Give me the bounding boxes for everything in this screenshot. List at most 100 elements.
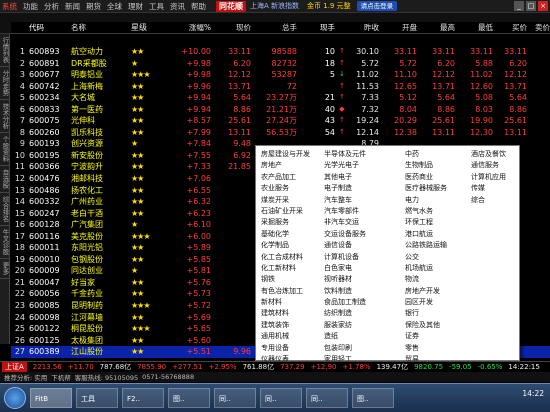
industry-item[interactable]: 基础化学 xyxy=(259,229,323,240)
menu-item[interactable]: 系统 xyxy=(2,1,17,12)
menu-item[interactable]: 理财 xyxy=(128,1,143,12)
industry-item[interactable]: 交运设备服务 xyxy=(322,229,386,240)
industry-item[interactable]: 生物制品 xyxy=(403,160,467,171)
industry-item[interactable]: 医疗器械服务 xyxy=(403,183,467,194)
table-row[interactable]: 5 600234 大名城 ★★ +9.94 5.64 23.27万 21 ↑ 7.33 5.12 5.… xyxy=(11,92,550,104)
sidebar-tab[interactable]: 行情列表 xyxy=(0,34,9,67)
col-sell[interactable]: 卖价 xyxy=(529,22,550,34)
industry-item[interactable]: 采掘服务 xyxy=(259,217,323,228)
industry-item[interactable]: 半导体及元件 xyxy=(322,149,386,160)
col-high[interactable]: 最高 xyxy=(421,22,455,34)
login-button[interactable]: 请点击登录 xyxy=(356,1,398,11)
industry-item[interactable]: 汽车零部件 xyxy=(322,206,386,217)
industry-item[interactable]: 饮料制造 xyxy=(322,286,386,297)
industry-item[interactable]: 传媒 xyxy=(469,183,533,194)
table-row[interactable]: 1 600893 航空动力 ★★ +10.00 33.11 98588 10 ↑ 30.10 33.… xyxy=(11,46,550,58)
minimize-icon[interactable]: _ xyxy=(514,1,524,11)
industry-item[interactable]: 酒店及餐饮 xyxy=(469,149,533,160)
industry-item[interactable]: 公交 xyxy=(403,252,467,263)
col-code[interactable]: 代码 xyxy=(29,22,63,34)
info-broker[interactable]: 下机帮 xyxy=(51,372,71,382)
industry-item[interactable]: 石油矿业开采 xyxy=(259,206,323,217)
col-prev[interactable]: 昨收 xyxy=(349,22,379,34)
sidebar-tab[interactable]: 综合排名 xyxy=(0,193,9,226)
industry-item[interactable]: 服装家纺 xyxy=(322,320,386,331)
industry-item[interactable]: 农业服务 xyxy=(259,183,323,194)
industry-item[interactable]: 环保工程 xyxy=(403,217,467,228)
sidebar-tab[interactable]: 个股资料 xyxy=(0,133,9,166)
industry-item[interactable]: 非汽车交运 xyxy=(322,217,386,228)
sidebar-tab[interactable]: 技术分析 xyxy=(0,100,9,133)
industry-item[interactable]: 燃气水务 xyxy=(403,206,467,217)
col-cap[interactable]: 总手 xyxy=(255,22,297,34)
menu-item[interactable]: 期货 xyxy=(86,1,101,12)
industry-item[interactable]: 综合 xyxy=(469,195,533,206)
menu-item[interactable]: 资讯 xyxy=(170,1,185,12)
industry-item[interactable]: 电力 xyxy=(403,195,467,206)
sidebar-tab[interactable]: 分时走势 xyxy=(0,67,9,100)
taskbar-button[interactable]: F2.. xyxy=(122,388,164,408)
close-icon[interactable]: × xyxy=(538,1,548,11)
start-button[interactable] xyxy=(4,387,26,409)
industry-item[interactable]: 通用机械 xyxy=(259,331,323,342)
taskbar-button[interactable]: 图.. xyxy=(168,388,210,408)
sidebar-tab[interactable]: 自选股 xyxy=(0,166,9,193)
industry-item[interactable]: 化学制品 xyxy=(259,240,323,251)
industry-item[interactable]: 银行 xyxy=(403,308,467,319)
taskbar-button[interactable]: 工具 xyxy=(76,388,118,408)
industry-item[interactable]: 建筑材料 xyxy=(259,308,323,319)
menu-item[interactable]: 帮助 xyxy=(191,1,206,12)
industry-item[interactable]: 通信设备 xyxy=(322,240,386,251)
industry-item[interactable]: 零售 xyxy=(403,343,467,354)
table-row[interactable]: 3 600677 明泰铝业 ★★★ +9.98 12.12 53287 5 ↓ 11.02 11.1… xyxy=(11,69,550,81)
industry-item[interactable]: 农产品加工 xyxy=(259,172,323,183)
taskbar-button[interactable]: 同.. xyxy=(260,388,302,408)
industry-item[interactable]: 物流 xyxy=(403,274,467,285)
industry-item[interactable]: 其他电子 xyxy=(322,172,386,183)
taskbar-button[interactable]: 图.. xyxy=(352,388,394,408)
industry-item[interactable]: 新材料 xyxy=(259,297,323,308)
industry-item[interactable]: 食品加工制造 xyxy=(322,297,386,308)
industry-item[interactable]: 有色冶炼加工 xyxy=(259,286,323,297)
sidebar-tab[interactable]: 更多 xyxy=(0,259,9,279)
col-low[interactable]: 最低 xyxy=(459,22,493,34)
col-name[interactable]: 名称 xyxy=(71,22,127,34)
taskbar-button[interactable]: FitB xyxy=(30,388,72,408)
menu-item[interactable]: 功能 xyxy=(23,1,38,12)
col-buy[interactable]: 买价 xyxy=(497,22,527,34)
menu-item[interactable]: 新闻 xyxy=(65,1,80,12)
col-open[interactable]: 开盘 xyxy=(383,22,417,34)
industry-item[interactable]: 保险及其他 xyxy=(403,320,467,331)
industry-item[interactable]: 视听器材 xyxy=(322,274,386,285)
industry-item[interactable]: 机场航运 xyxy=(403,263,467,274)
info-hint[interactable]: 推荐分析: 实用 xyxy=(4,372,47,382)
table-row[interactable]: 6 600833 第一医药 ★★ +9.94 8.86 21.21万 40 ◆ 7.32 8.04 8… xyxy=(11,104,550,116)
industry-item[interactable]: 房屋建设与开发 xyxy=(259,149,323,160)
industry-item[interactable]: 公路铁路运输 xyxy=(403,240,467,251)
table-row[interactable]: 8 600260 凯乐科技 ★★ +7.99 13.11 56.53万 54 ↑ 12.14 12.… xyxy=(11,127,550,139)
industry-item[interactable]: 房地产 xyxy=(259,160,323,171)
industry-item[interactable]: 建筑装饰 xyxy=(259,320,323,331)
industry-item[interactable]: 园区开发 xyxy=(403,297,467,308)
menu-item[interactable]: 分析 xyxy=(44,1,59,12)
industry-item[interactable]: 包装印刷 xyxy=(322,343,386,354)
col-price[interactable]: 现价 xyxy=(215,22,251,34)
industry-item[interactable]: 白色家电 xyxy=(322,263,386,274)
industry-item[interactable]: 光学光电子 xyxy=(322,160,386,171)
industry-item[interactable]: 计算机设备 xyxy=(322,252,386,263)
industry-item[interactable]: 通信服务 xyxy=(469,160,533,171)
industry-item[interactable]: 证券 xyxy=(403,331,467,342)
industry-item[interactable]: 中药 xyxy=(403,149,467,160)
industry-item[interactable]: 钢铁 xyxy=(259,274,323,285)
col-pct[interactable]: 涨幅% xyxy=(169,22,211,34)
industry-item[interactable]: 电子制造 xyxy=(322,183,386,194)
col-amt[interactable]: 现手 xyxy=(301,22,335,34)
industry-item[interactable]: 计算机应用 xyxy=(469,172,533,183)
industry-item[interactable]: 房地产开发 xyxy=(403,286,467,297)
table-row[interactable]: 2 600891 DR采都股 ★ +9.98 6.20 82732 18 ↑ 5.72 5.72 6.… xyxy=(11,58,550,70)
table-row[interactable]: 4 600742 上海新梅 ★★ +9.96 13.71 72 ↑ 11.53 12.65 13.7… xyxy=(11,81,550,93)
industry-item[interactable]: 港口航运 xyxy=(403,229,467,240)
table-row[interactable]: 7 600075 光伸科 ★★ +8.57 25.61 27.24万 43 ↑ 19.24 20.2… xyxy=(11,115,550,127)
industry-item[interactable]: 专用设备 xyxy=(259,343,323,354)
industry-item[interactable]: 医药商业 xyxy=(403,172,467,183)
